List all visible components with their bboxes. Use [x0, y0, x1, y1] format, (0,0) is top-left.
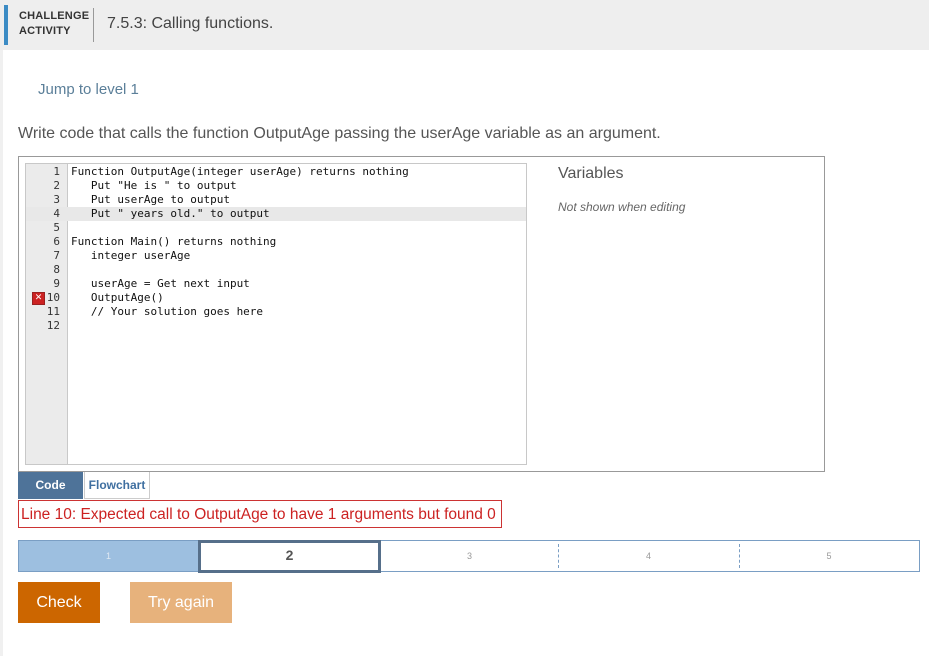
line-number: 10	[46, 291, 60, 304]
code-text: userAge = Get next input	[71, 277, 250, 290]
activity-title: 7.5.3: Calling functions.	[107, 15, 274, 32]
line-number: 7	[53, 249, 60, 262]
activity-header: CHALLENGE ACTIVITY 7.5.3: Calling functi…	[0, 0, 929, 50]
header-divider	[93, 8, 94, 42]
level-separator	[739, 544, 740, 568]
workspace-panel: 1 Function OutputAge(integer userAge) ret…	[18, 156, 825, 472]
level-3[interactable]: 3	[381, 541, 558, 571]
code-line[interactable]: 3 Put userAge to output	[26, 193, 526, 207]
code-line[interactable]: 11 // Your solution goes here	[26, 305, 526, 319]
code-text: Function OutputAge(integer userAge) retu…	[71, 165, 409, 178]
tab-code[interactable]: Code	[18, 472, 83, 499]
code-line[interactable]: ✕ 10 OutputAge()	[26, 291, 526, 305]
level-5[interactable]: 5	[739, 541, 919, 571]
level-1[interactable]: 1	[19, 541, 198, 571]
code-editor[interactable]: 1 Function OutputAge(integer userAge) ret…	[25, 163, 527, 465]
code-text: Function Main() returns nothing	[71, 235, 277, 248]
level-2[interactable]: 2	[198, 540, 381, 573]
activity-type-line2: ACTIVITY	[19, 25, 71, 37]
instructions: Write code that calls the function Outpu…	[18, 125, 661, 142]
code-line[interactable]: 4 Put " years old." to output	[26, 207, 526, 221]
jump-to-level-link[interactable]: Jump to level 1	[38, 81, 139, 98]
code-line[interactable]: 5	[26, 221, 526, 235]
line-number: 5	[53, 221, 60, 234]
error-message: Line 10: Expected call to OutputAge to h…	[18, 500, 502, 528]
line-number: 6	[53, 235, 60, 248]
code-text: OutputAge()	[71, 291, 164, 304]
line-number: 9	[53, 277, 60, 290]
level-separator	[558, 544, 559, 568]
header-accent-bar	[4, 5, 8, 45]
code-line[interactable]: 1 Function OutputAge(integer userAge) ret…	[26, 165, 526, 179]
code-line[interactable]: 9 userAge = Get next input	[26, 277, 526, 291]
code-line[interactable]: 7 integer userAge	[26, 249, 526, 263]
variables-title: Variables	[558, 165, 624, 182]
line-number: 3	[53, 193, 60, 206]
activity-type-line1: CHALLENGE	[19, 10, 90, 22]
code-line[interactable]: 12	[26, 319, 526, 333]
line-number: 12	[46, 319, 60, 332]
code-text: // Your solution goes here	[71, 305, 264, 318]
level-progress-bar: 12345	[18, 540, 920, 573]
check-button[interactable]: Check	[18, 582, 100, 623]
line-number: 4	[53, 207, 60, 220]
activity-type-label: CHALLENGE ACTIVITY	[19, 9, 89, 39]
line-number: 8	[53, 263, 60, 276]
line-number: 2	[53, 179, 60, 192]
code-line[interactable]: 8	[26, 263, 526, 277]
level-4[interactable]: 4	[558, 541, 739, 571]
code-text: integer userAge	[71, 249, 191, 262]
line-number: 1	[53, 165, 60, 178]
tab-flowchart[interactable]: Flowchart	[84, 472, 150, 499]
code-line[interactable]: 2 Put "He is " to output	[26, 179, 526, 193]
left-border	[0, 50, 3, 656]
code-text: Put " years old." to output	[71, 207, 270, 220]
line-number: 11	[46, 305, 60, 318]
try-again-button[interactable]: Try again	[130, 582, 232, 623]
code-text: Put "He is " to output	[71, 179, 237, 192]
variables-note: Not shown when editing	[558, 200, 686, 214]
code-text: Put userAge to output	[71, 193, 230, 206]
code-line[interactable]: 6 Function Main() returns nothing	[26, 235, 526, 249]
